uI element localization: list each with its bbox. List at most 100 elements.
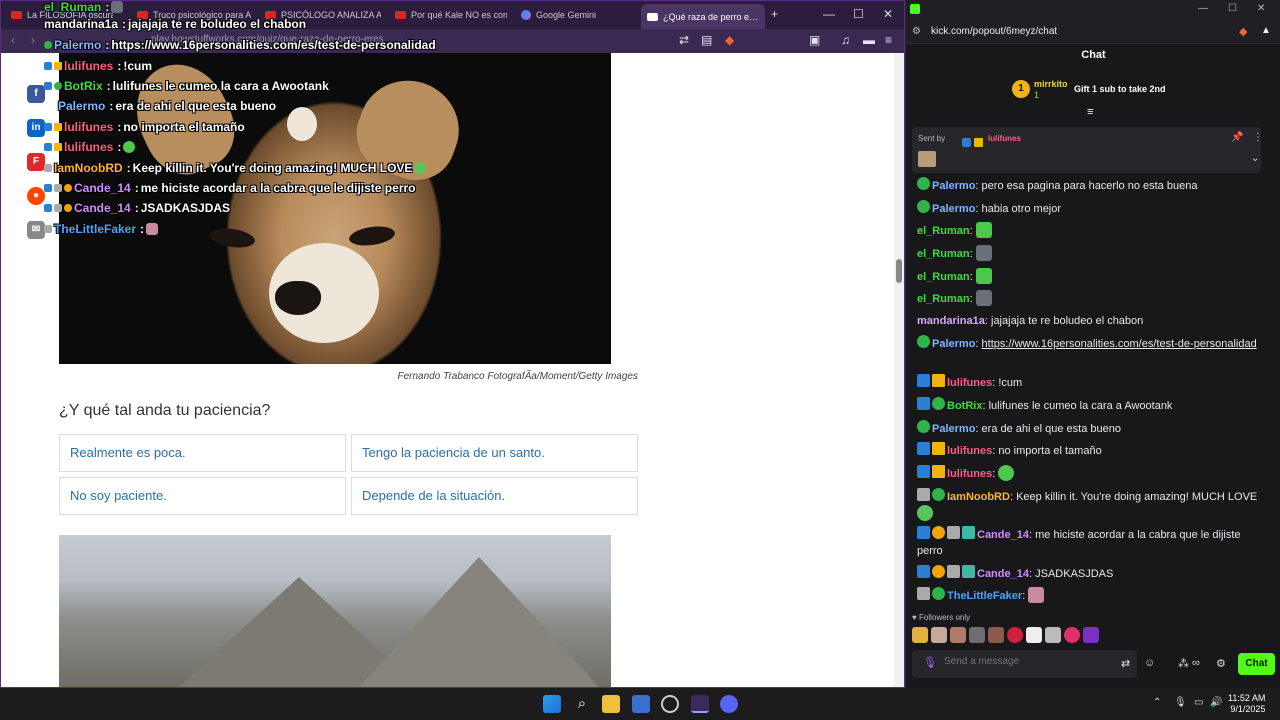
answer-option-4[interactable]: Depende de la situación. (351, 477, 638, 515)
gift-sub-button[interactable]: Gift 1 sub to take 2nd (1074, 84, 1166, 94)
emote-icon[interactable] (931, 627, 947, 643)
facebook-icon[interactable]: f (27, 85, 45, 103)
close-window-button[interactable]: ✕ (1257, 3, 1265, 14)
maximize-button[interactable]: ☐ (853, 7, 864, 21)
emote-icon[interactable] (1026, 627, 1042, 643)
display-icon[interactable]: ▭ (1194, 697, 1203, 708)
moderator-badge-icon (917, 397, 930, 410)
overlay-chat-line: lulifunes: no importa el tamaño (44, 120, 245, 134)
microphone-icon[interactable]: 🎙 (923, 656, 937, 669)
emote-icon[interactable] (988, 627, 1004, 643)
sub-badge-icon (64, 184, 72, 192)
answer-option-3[interactable]: No soy paciente. (59, 477, 346, 515)
settings-gear-icon[interactable]: ⚙ (1216, 657, 1226, 670)
pinned-message[interactable]: Sent by lulifunes 📌 ⋮ ⌄ (912, 127, 1263, 173)
reddit-icon[interactable]: ● (27, 187, 45, 205)
gift-badge-icon (947, 565, 960, 578)
browser-app-icon[interactable] (691, 695, 709, 713)
chevron-down-icon[interactable]: ⌄ (1251, 153, 1259, 164)
kicks-icon[interactable]: ⁂ (1178, 657, 1189, 670)
chrome-icon[interactable] (661, 695, 679, 713)
answer-option-2[interactable]: Tengo la paciencia de un santo. (351, 434, 638, 472)
email-icon[interactable]: ✉ (27, 221, 45, 239)
chat-message: Palermo: era de ahi el que esta bueno (917, 420, 1267, 437)
translate-icon[interactable]: ⇄ (679, 33, 689, 47)
send-chat-button[interactable]: Chat (1238, 653, 1275, 675)
tab-dog-quiz[interactable]: ¿Qué raza de perro e…✕ (641, 4, 765, 29)
pinned-emote-icon (918, 151, 936, 167)
quiz-icon (647, 12, 658, 21)
tab-gemini[interactable]: Google Gemini (515, 5, 635, 25)
moderator-badge-icon (44, 143, 52, 151)
emote-icon[interactable] (1083, 627, 1099, 643)
forward-icon[interactable]: › (31, 33, 35, 47)
brave-shield-icon[interactable]: ◆ (1239, 25, 1247, 38)
overlay-chat-line: lulifunes: !cum (44, 59, 152, 73)
discord-icon[interactable] (720, 695, 738, 713)
brave-shield-icon[interactable]: ◆ (725, 33, 734, 47)
minimize-button[interactable]: — (1198, 3, 1208, 14)
search-icon[interactable]: ⌕ (573, 695, 591, 713)
pin-icon[interactable]: 📌 (1231, 132, 1243, 143)
close-window-button[interactable]: ✕ (883, 7, 893, 21)
filter-icon[interactable]: ≡ (1087, 106, 1093, 118)
gift-badge-icon (54, 204, 62, 212)
youtube-icon (395, 11, 406, 19)
message-input-box[interactable]: 🎙 (912, 650, 1137, 678)
emote-icon[interactable] (1064, 627, 1080, 643)
linkedin-icon[interactable]: in (27, 119, 45, 137)
translate-icon[interactable]: ⇄ (1121, 657, 1130, 670)
back-icon[interactable]: ‹ (11, 33, 15, 47)
chat-message: BotRix: lulifunes le cumeo la cara a Awo… (917, 397, 1267, 414)
microphone-tray-icon[interactable]: 🎙 (1174, 697, 1187, 708)
tray-chevron-icon[interactable]: ⌃ (1153, 697, 1161, 708)
emote-icon[interactable] (912, 627, 928, 643)
chat-message: el_Ruman: (917, 268, 1267, 285)
chat-link[interactable]: https://www.16personalities.com/es/test-… (982, 338, 1257, 350)
emote-icon[interactable] (1045, 627, 1061, 643)
minimize-button[interactable]: — (823, 7, 835, 21)
moderator-badge-icon (44, 184, 52, 192)
crown-badge-icon (932, 465, 945, 478)
kick-address-bar[interactable]: ⚙ kick.com/popout/6meyz/chat ◆ ▲ (906, 20, 1280, 44)
menu-icon[interactable]: ≡ (885, 33, 892, 47)
more-options-icon[interactable]: ⋮ (1253, 132, 1263, 143)
reader-icon[interactable]: ▤ (701, 33, 712, 47)
answer-option-1[interactable]: Realmente es poca. (59, 434, 346, 472)
emoji-icon[interactable]: ☺ (1144, 657, 1155, 669)
volume-icon[interactable]: 🔊 (1210, 697, 1222, 708)
emote-icon[interactable] (950, 627, 966, 643)
maximize-button[interactable]: ☐ (1228, 3, 1237, 14)
store-icon[interactable] (632, 695, 650, 713)
gemini-icon (521, 10, 531, 20)
file-explorer-icon[interactable] (602, 695, 620, 713)
overlay-chat-line: TheLittleFaker: (44, 222, 159, 236)
overlay-chat-line: Palermo: era de ahi el que esta bueno (58, 99, 277, 113)
verified-badge-icon (932, 397, 945, 410)
new-tab-button[interactable]: + (771, 7, 778, 21)
tune-icon[interactable]: ⚙ (912, 26, 921, 37)
emote-icon[interactable] (1007, 627, 1023, 643)
verified-badge-icon (44, 41, 52, 49)
system-clock[interactable]: 11:52 AM 9/1/2025 (1228, 693, 1265, 715)
wallet-icon[interactable]: ▬ (863, 33, 875, 47)
chat-message: el_Ruman: (917, 222, 1267, 239)
verified-badge-icon (917, 177, 930, 190)
menu-icon[interactable]: ▲ (1261, 25, 1271, 36)
crown-badge-icon (932, 374, 945, 387)
overlay-chat-line: Cande_14: JSADKASJDAS (44, 201, 230, 215)
infinity-icon[interactable]: ∞ (1192, 657, 1200, 669)
emote-icon[interactable] (969, 627, 985, 643)
sidebar-icon[interactable]: ▣ (809, 33, 820, 47)
windows-start-icon[interactable] (543, 695, 561, 713)
flipboard-icon[interactable]: F (27, 153, 45, 171)
tab-youtube-4[interactable]: Por qué Kale NO es como… (389, 5, 507, 25)
emote-icon (975, 222, 992, 238)
gift-badge-icon (962, 565, 975, 578)
page-scrollbar-thumb[interactable] (896, 259, 902, 283)
send-message-input[interactable] (944, 656, 1114, 667)
gift-leaderboard[interactable]: 1 mirrkito 1 Gift 1 sub to take 2nd ≡ (906, 72, 1280, 118)
kick-url[interactable]: kick.com/popout/6meyz/chat (931, 26, 1057, 37)
music-icon[interactable]: ♫ (841, 33, 850, 47)
page-scrollbar[interactable] (894, 53, 904, 687)
